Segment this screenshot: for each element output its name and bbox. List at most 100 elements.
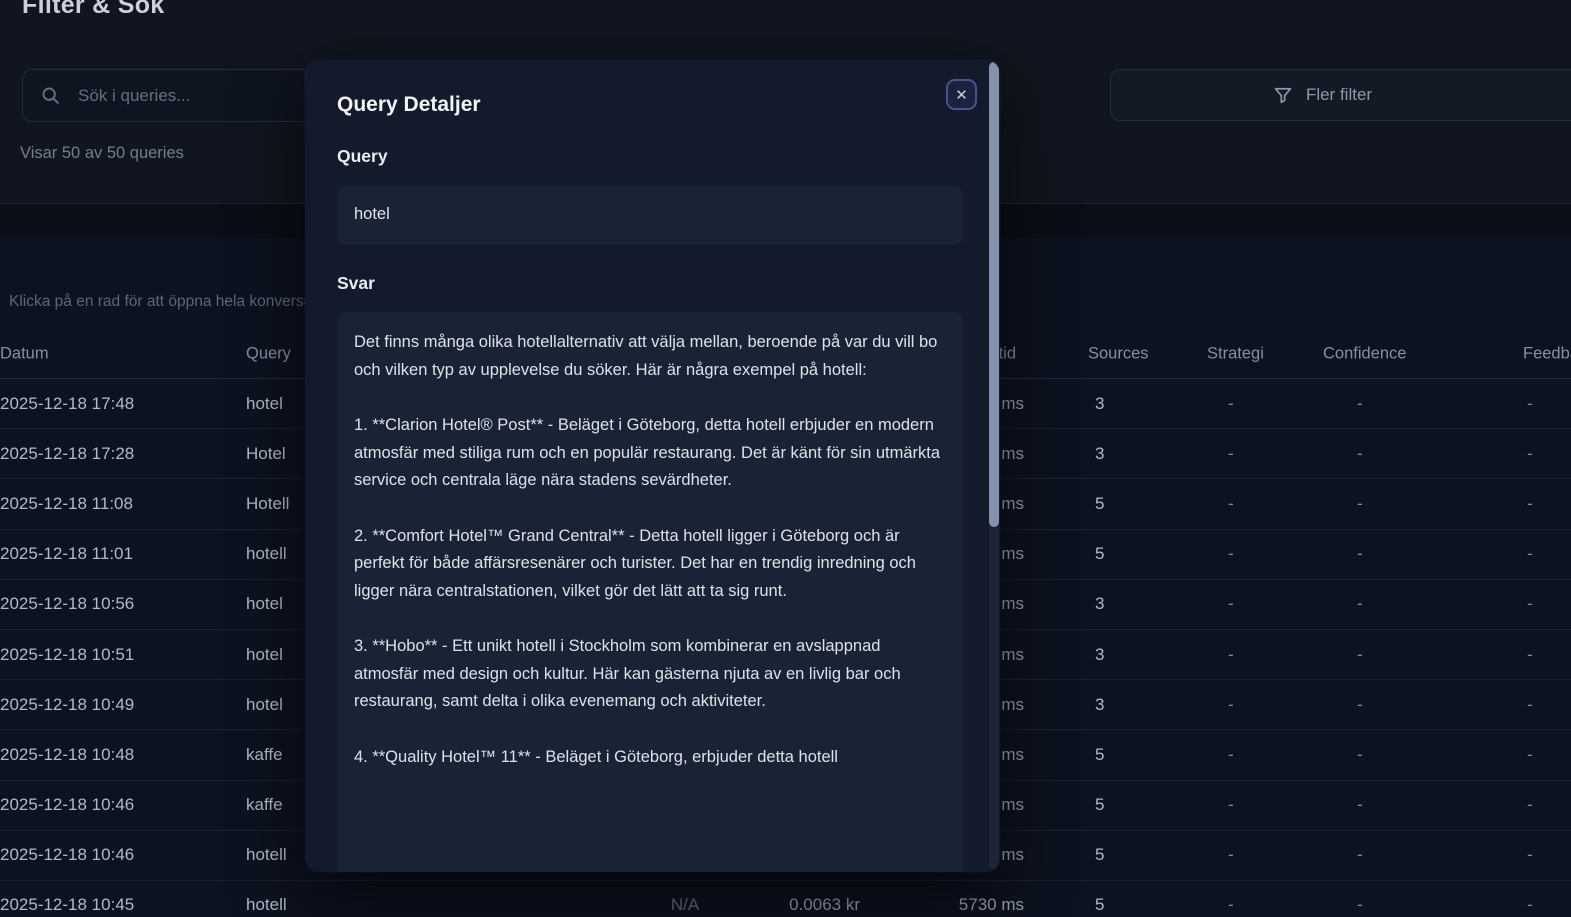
cell-svarstid: ms xyxy=(1001,845,1024,865)
cell-query: hotell xyxy=(246,544,287,564)
cell-feedback: - xyxy=(1527,744,1533,764)
cell-feedback: - xyxy=(1527,694,1533,714)
cell-confidence: - xyxy=(1357,443,1363,463)
close-icon: ✕ xyxy=(955,86,968,104)
cell-cost: 0.0063 kr xyxy=(789,895,860,915)
cell-datum: 2025-12-18 10:56 xyxy=(0,594,135,614)
cell-datum: 2025-12-18 17:48 xyxy=(0,393,135,413)
cell-query: hotel xyxy=(246,644,283,664)
cell-sources: 3 xyxy=(1095,644,1105,664)
column-header-strategi: Strategi xyxy=(1207,344,1264,363)
cell-query: hotel xyxy=(246,694,283,714)
cell-strategi: - xyxy=(1228,544,1234,564)
cell-datum: 2025-12-18 11:08 xyxy=(0,493,133,513)
cell-feedback: - xyxy=(1527,895,1533,915)
scrollbar-thumb[interactable] xyxy=(989,62,999,527)
cell-datum: 2025-12-18 10:51 xyxy=(0,644,135,664)
svar-paragraph: 3. **Hobo** - Ett unikt hotell i Stockho… xyxy=(354,637,901,710)
cell-feedback: - xyxy=(1527,795,1533,815)
cell-datum: 2025-12-18 10:46 xyxy=(0,795,135,815)
cell-datum: 2025-12-18 10:45 xyxy=(0,895,135,915)
cell-strategi: - xyxy=(1228,845,1234,865)
cell-confidence: - xyxy=(1357,544,1363,564)
cell-strategi: - xyxy=(1228,644,1234,664)
cell-strategi: - xyxy=(1228,694,1234,714)
cell-query: kaffe xyxy=(246,795,283,815)
cell-feedback: - xyxy=(1527,594,1533,614)
cell-feedback: - xyxy=(1527,493,1533,513)
svar-paragraph: 2. **Comfort Hotel™ Grand Central** - De… xyxy=(354,526,916,600)
cell-sources: 5 xyxy=(1095,744,1105,764)
results-count: Visar 50 av 50 queries xyxy=(20,144,184,162)
cell-sources: 5 xyxy=(1095,895,1105,915)
cell-strategi: - xyxy=(1228,594,1234,614)
cell-confidence: - xyxy=(1357,393,1363,413)
cell-svarstid: 5730 ms xyxy=(958,895,1024,915)
more-filters-label: Fler filter xyxy=(1305,85,1373,104)
cell-datum: 2025-12-18 11:01 xyxy=(0,544,133,564)
cell-query: kaffe xyxy=(246,744,283,764)
cell-svarstid: ms xyxy=(1001,443,1024,463)
cell-svarstid: ms xyxy=(1001,795,1024,815)
query-details-modal: Query Detaljer ✕ Query hotel Svar Det fi… xyxy=(305,60,1000,872)
cell-sources: 3 xyxy=(1095,594,1105,614)
cell-feedback: - xyxy=(1527,845,1533,865)
search-icon xyxy=(40,85,61,106)
svar-value-box: Det finns många olika hotellalternativ a… xyxy=(337,312,963,872)
svar-paragraph: 1. **Clarion Hotel® Post** - Beläget i G… xyxy=(354,416,941,489)
column-header-sources: Sources xyxy=(1088,344,1149,363)
modal-title: Query Detaljer xyxy=(337,93,481,116)
cell-query: hotell xyxy=(246,845,287,865)
column-header-feedback: Feedback xyxy=(1523,344,1571,363)
cell-svarstid: ms xyxy=(1001,594,1024,614)
cell-feedback: - xyxy=(1527,393,1533,413)
cell-svarstid: ms xyxy=(1001,493,1024,513)
cell-confidence: - xyxy=(1357,644,1363,664)
cell-sources: 5 xyxy=(1095,544,1105,564)
cell-strategi: - xyxy=(1228,443,1234,463)
cell-strategi: - xyxy=(1228,493,1234,513)
table-row[interactable]: 2025-12-18 10:45 hotell N/A 0.0063 kr 57… xyxy=(0,881,1571,917)
cell-query: hotel xyxy=(246,393,283,413)
cell-feedback: - xyxy=(1527,544,1533,564)
funnel-icon xyxy=(1273,85,1293,105)
cell-strategi: - xyxy=(1228,895,1234,915)
table-hint: Klicka på en rad för att öppna hela konv… xyxy=(9,293,355,310)
cell-intent: N/A xyxy=(670,895,700,915)
cell-sources: 3 xyxy=(1095,443,1105,463)
more-filters-button[interactable]: Fler filter xyxy=(1110,69,1571,121)
svar-section-label: Svar xyxy=(337,273,375,293)
cell-feedback: - xyxy=(1527,644,1533,664)
cell-query: hotell xyxy=(246,895,287,915)
cell-confidence: - xyxy=(1357,744,1363,764)
cell-confidence: - xyxy=(1357,795,1363,815)
cell-feedback: - xyxy=(1527,443,1533,463)
column-header-confidence: Confidence xyxy=(1323,344,1407,363)
cell-datum: 2025-12-18 10:46 xyxy=(0,845,135,865)
cell-datum: 2025-12-18 10:49 xyxy=(0,694,135,714)
cell-query: hotel xyxy=(246,594,283,614)
cell-sources: 5 xyxy=(1095,795,1105,815)
cell-svarstid: ms xyxy=(1001,644,1024,664)
cell-svarstid: ms xyxy=(1001,544,1024,564)
modal-scrollbar[interactable] xyxy=(989,62,999,870)
page-title: Filter & Sök xyxy=(22,0,165,19)
cell-confidence: - xyxy=(1357,694,1363,714)
cell-svarstid: ms xyxy=(1001,694,1024,714)
cell-sources: 5 xyxy=(1095,845,1105,865)
close-button[interactable]: ✕ xyxy=(946,79,977,110)
query-value-box: hotel xyxy=(337,186,963,245)
cell-strategi: - xyxy=(1228,795,1234,815)
cell-sources: 3 xyxy=(1095,694,1105,714)
cell-sources: 5 xyxy=(1095,493,1105,513)
cell-svarstid: ms xyxy=(1001,393,1024,413)
query-section-label: Query xyxy=(337,146,388,166)
svar-paragraph: Det finns många olika hotellalternativ a… xyxy=(354,333,938,379)
cell-datum: 2025-12-18 10:48 xyxy=(0,744,135,764)
cell-confidence: - xyxy=(1357,845,1363,865)
query-value: hotel xyxy=(354,205,390,223)
cell-strategi: - xyxy=(1228,393,1234,413)
cell-sources: 3 xyxy=(1095,393,1105,413)
cell-svarstid: ms xyxy=(1001,744,1024,764)
cell-strategi: - xyxy=(1228,744,1234,764)
